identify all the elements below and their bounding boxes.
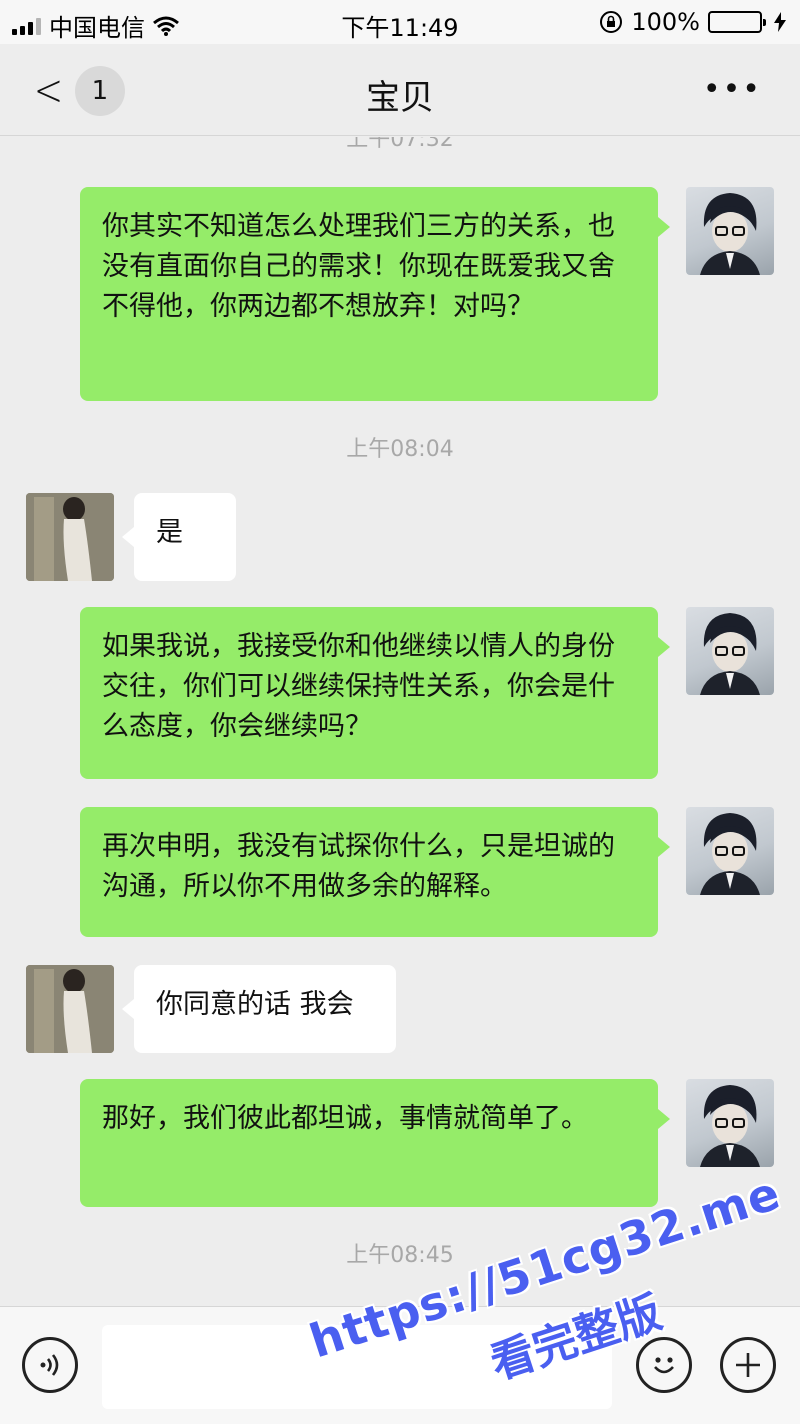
message-input[interactable] <box>102 1325 612 1409</box>
message-bubble-other[interactable]: 是 <box>122 493 236 581</box>
self-avatar[interactable] <box>686 607 774 695</box>
self-avatar[interactable] <box>686 807 774 895</box>
battery-percent: 100% <box>631 8 700 36</box>
message-bubble-self[interactable]: 你其实不知道怎么处理我们三方的关系，也没有直面你自己的需求！你现在既爱我又舍不得… <box>80 187 670 401</box>
contact-avatar[interactable] <box>26 493 114 581</box>
avatar-image <box>700 813 760 895</box>
voice-button[interactable] <box>22 1337 78 1393</box>
plus-button[interactable] <box>720 1337 776 1393</box>
message-bubble-self[interactable]: 那好，我们彼此都坦诚，事情就简单了。 <box>80 1079 670 1207</box>
status-right: 100% <box>599 8 786 36</box>
avatar-image <box>700 1085 760 1167</box>
message-bubble-self[interactable]: 再次申明，我没有试探你什么，只是坦诚的沟通，所以你不用做多余的解释。 <box>80 807 670 937</box>
more-icon[interactable]: ••• <box>703 72 762 107</box>
chat-header: < 1 宝贝 ••• <box>0 44 800 136</box>
plus-icon <box>736 1353 760 1377</box>
message-list[interactable]: 上午07:32 你其实不知道怎么处理我们三方的关系，也没有直面你自己的需求！你现… <box>0 137 800 1305</box>
status-bar: 中国电信 下午11:49 100% <box>0 0 800 44</box>
avatar-image <box>700 193 760 275</box>
voice-icon <box>40 1354 59 1376</box>
avatar-image <box>700 613 760 695</box>
emoji-button[interactable] <box>636 1337 692 1393</box>
message-bubble-other[interactable]: 你同意的话 我会 <box>122 965 396 1053</box>
emoji-icon <box>654 1357 674 1374</box>
avatar-image <box>26 965 114 1053</box>
message-bubble-self[interactable]: 如果我说，我接受你和他继续以情人的身份交往，你们可以继续保持性关系，你会是什么态… <box>80 607 670 779</box>
self-avatar[interactable] <box>686 1079 774 1167</box>
charging-icon <box>774 12 786 32</box>
contact-avatar[interactable] <box>26 965 114 1053</box>
input-bar <box>0 1306 800 1424</box>
battery-icon <box>708 11 766 33</box>
timestamp: 上午08:04 <box>346 437 454 462</box>
avatar-image <box>26 493 114 581</box>
timestamp: 上午07:32 <box>346 137 454 152</box>
chat-title: 宝贝 <box>366 78 434 118</box>
orientation-lock-icon <box>600 11 623 33</box>
timestamp: 上午08:45 <box>346 1243 454 1268</box>
self-avatar[interactable] <box>686 187 774 275</box>
